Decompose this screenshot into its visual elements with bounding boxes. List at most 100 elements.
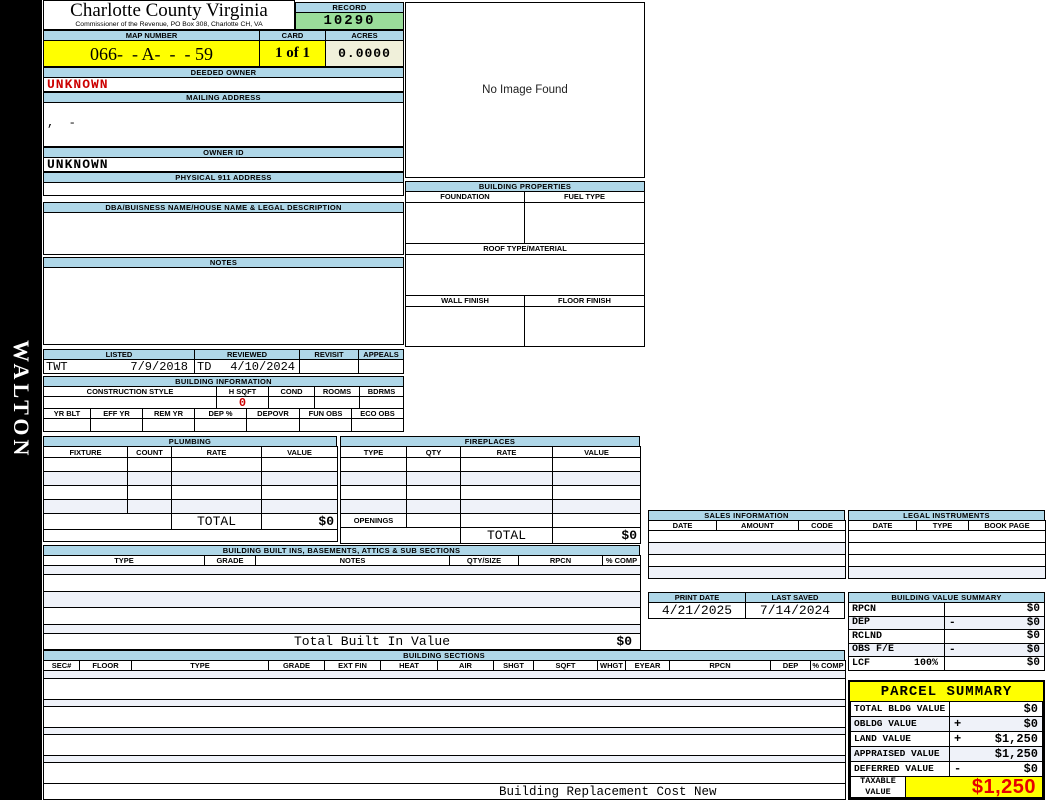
empty-cell <box>43 529 338 542</box>
fireplaces-section: FIREPLACES TYPE QTY RATE VALUE OPENINGS … <box>340 436 641 544</box>
bvs-value: $0 <box>1026 603 1040 615</box>
floor-finish-label: FLOOR FINISH <box>525 296 645 307</box>
built-ins-col-type: TYPE <box>43 555 205 566</box>
replacement-cost-label: Building Replacement Cost New <box>499 784 717 799</box>
empty-cell <box>340 527 461 544</box>
sections-col-heat: HEAT <box>380 660 438 671</box>
card-label: CARD <box>260 30 326 41</box>
reviewed-date: 4/10/2024 <box>230 360 295 374</box>
finish-header: WALL FINISH FLOOR FINISH <box>405 296 645 307</box>
effyr-label: EFF YR <box>91 409 143 419</box>
bvs-label: LCF <box>852 657 871 669</box>
reviewed-cell: TD 4/10/2024 <box>195 360 300 374</box>
left-margin-strip: WALTON <box>0 0 42 800</box>
floor-finish-value <box>525 307 645 347</box>
sections-col-sqft: SQFT <box>533 660 598 671</box>
parcel-label: DEFERRED VALUE <box>850 762 950 777</box>
bdrms-label: BDRMS <box>360 387 404 397</box>
county-header: Charlotte County Virginia Commissioner o… <box>43 0 295 30</box>
built-ins-total-label: Total Built In Value <box>294 634 451 649</box>
construction-style-value <box>43 397 217 409</box>
empty-cell <box>552 499 641 514</box>
empty-cell <box>406 499 461 514</box>
bvs-lcf-pct: 100% <box>913 657 938 669</box>
remyr-value <box>143 419 195 432</box>
built-ins-col-notes: NOTES <box>255 555 450 566</box>
rooms-label: ROOMS <box>315 387 360 397</box>
parcel-value: $0 <box>1023 762 1038 776</box>
empty-cell <box>460 471 553 486</box>
bvs-operator: - <box>949 644 956 656</box>
built-ins-col-grade: GRADE <box>204 555 256 566</box>
empty-cell <box>127 485 172 500</box>
depovr-label: DEPOVR <box>247 409 300 419</box>
empty-cell <box>261 485 338 500</box>
sales-col-date: DATE <box>648 520 717 531</box>
sections-col-sec: SEC# <box>43 660 80 671</box>
roof-label: ROOF TYPE/MATERIAL <box>405 244 645 255</box>
empty-cell <box>43 457 128 472</box>
cond-value <box>269 397 315 409</box>
bvs-value: $0 <box>1026 657 1040 669</box>
remyr-label: REM YR <box>143 409 195 419</box>
parcel-value: $1,250 <box>994 732 1038 746</box>
built-ins-section: BUILDING BUILT INS, BASEMENTS, ATTICS & … <box>43 545 641 650</box>
parcel-operator: + <box>954 717 962 731</box>
record-label: RECORD <box>295 2 404 13</box>
bvs-row: RCLND $0 <box>848 630 1045 644</box>
appeals-cell <box>359 360 404 374</box>
empty-cell <box>43 471 128 486</box>
taxable-label: TAXABLE VALUE <box>850 777 906 798</box>
building-properties-section: BUILDING PROPERTIES FOUNDATION FUEL TYPE… <box>405 181 645 347</box>
print-date-label: PRINT DATE <box>648 592 746 603</box>
empty-cell <box>552 513 641 528</box>
reviewed-label: REVIEWED <box>195 349 300 360</box>
parcel-label: TOTAL BLDG VALUE <box>850 702 950 717</box>
revisit-label: REVISIT <box>300 349 359 360</box>
parcel-row: APPRAISED VALUE $1,250 <box>850 747 1043 762</box>
sections-col-floor: FLOOR <box>79 660 132 671</box>
empty-row <box>848 554 1046 567</box>
revisit-cell <box>300 360 359 374</box>
empty-row <box>43 678 846 700</box>
yrblt-label: YR BLT <box>43 409 91 419</box>
plumbing-col-count: COUNT <box>127 446 172 458</box>
fireplaces-total-label: TOTAL <box>460 527 553 544</box>
foundation-value <box>405 203 525 244</box>
taxable-value-cell: $1,250 <box>906 777 1043 798</box>
record-box: RECORD 10290 <box>295 2 404 30</box>
physical-address-value <box>43 183 404 196</box>
empty-cell <box>127 499 172 514</box>
walton-watermark: WALTON <box>9 340 34 460</box>
empty-cell <box>406 471 461 486</box>
parcel-value-cell: + $1,250 <box>950 732 1043 747</box>
bvs-value: $0 <box>1026 644 1040 656</box>
listed-label: LISTED <box>43 349 195 360</box>
empty-cell <box>127 457 172 472</box>
map-number-label: MAP NUMBER <box>43 30 260 41</box>
legal-col-type: TYPE <box>916 520 969 531</box>
plumbing-col-rate: RATE <box>171 446 262 458</box>
legal-col-bookpage: BOOK PAGE <box>968 520 1046 531</box>
dba-label: DBA/BUISNESS NAME/HOUSE NAME & LEGAL DES… <box>43 202 404 213</box>
bvs-value-cell: - $0 <box>945 644 1045 657</box>
fireplaces-openings-label: OPENINGS <box>340 513 407 528</box>
empty-row <box>43 607 641 625</box>
legal-col-date: DATE <box>848 520 917 531</box>
sections-col-shgt: SHGT <box>493 660 534 671</box>
effyr-value <box>91 419 143 432</box>
sections-col-eyear: EYEAR <box>625 660 670 671</box>
deeded-owner-row: UNKNOWN <box>43 78 404 92</box>
plumbing-col-value: VALUE <box>261 446 338 458</box>
review-value-row: TWT 7/9/2018 TD 4/10/2024 <box>43 360 404 374</box>
last-saved-label: LAST SAVED <box>746 592 845 603</box>
legal-instruments-section: LEGAL INSTRUMENTS DATE TYPE BOOK PAGE <box>848 510 1046 579</box>
building-information-title: BUILDING INFORMATION <box>43 376 404 387</box>
empty-row <box>648 566 846 579</box>
fireplaces-col-value: VALUE <box>552 446 641 458</box>
empty-cell <box>552 457 641 472</box>
bvs-value-cell: $0 <box>945 603 1045 617</box>
building-sections-table: BUILDING SECTIONS SEC# FLOOR TYPE GRADE … <box>43 650 846 800</box>
ecoobs-label: ECO OBS <box>352 409 404 419</box>
bvs-label-cell: LCF 100% <box>848 657 945 671</box>
